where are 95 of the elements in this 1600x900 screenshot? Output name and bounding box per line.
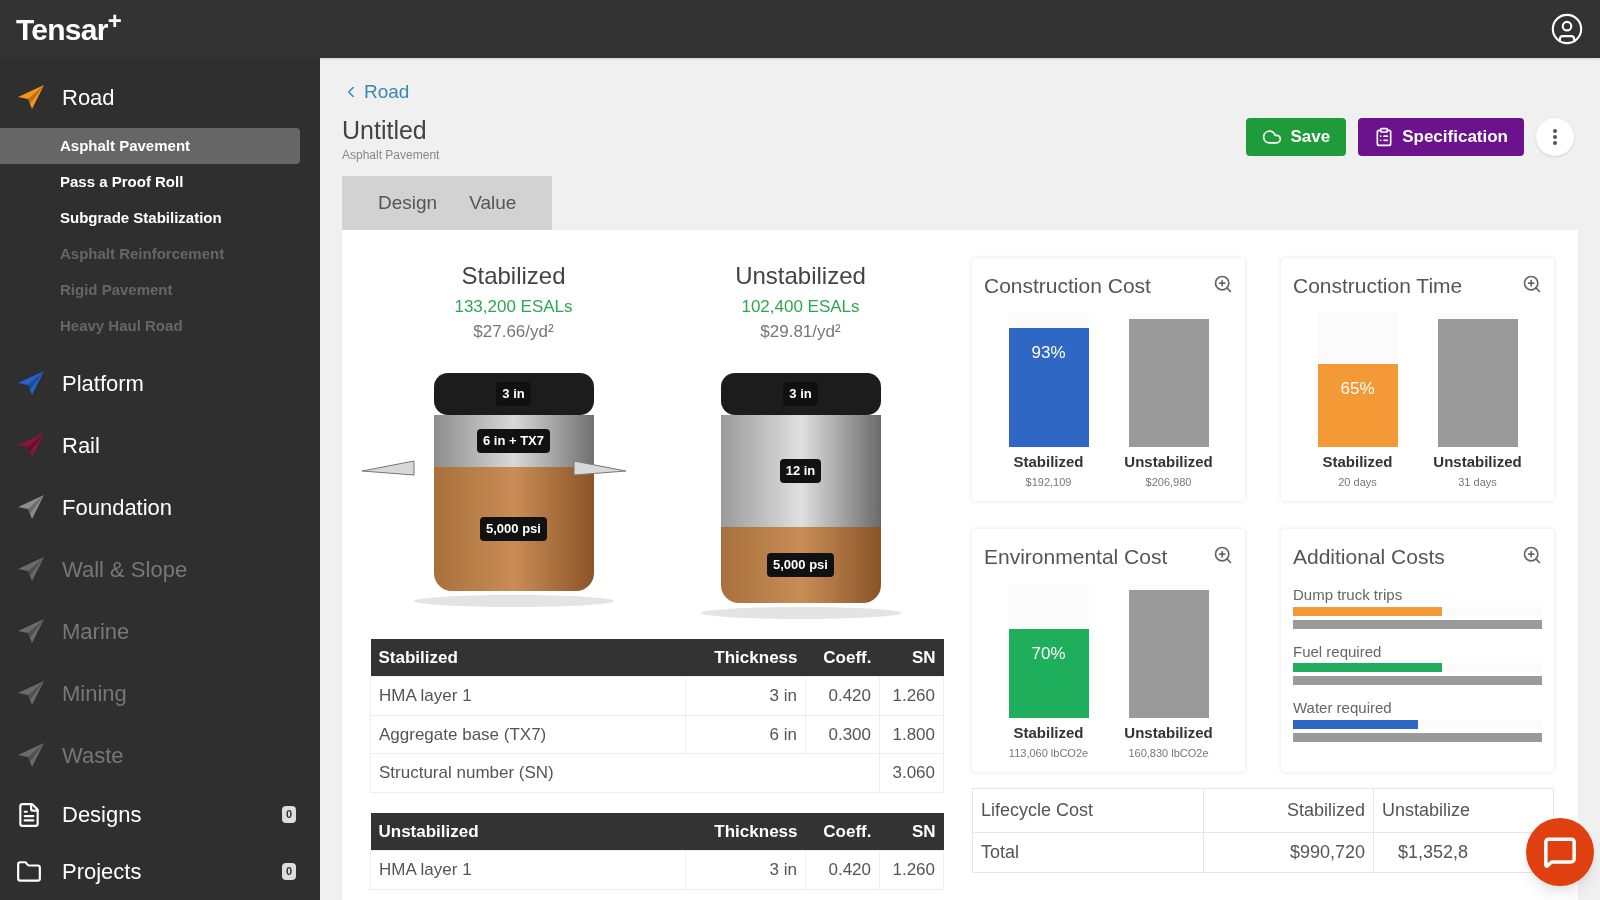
table-cell: 3.060 xyxy=(879,753,944,793)
bar-percent: 65% xyxy=(1340,378,1375,401)
bar-value: $192,109 xyxy=(1025,474,1072,490)
esal-value: 133,200 ESALs xyxy=(454,295,573,318)
table-cell: 0.300 xyxy=(805,715,880,754)
meter-label: Water required xyxy=(1293,698,1393,719)
column-header: Lifecycle Cost xyxy=(972,788,1204,833)
bar-value: 20 days xyxy=(1338,474,1377,490)
table-cell: Aggregate base (TX7) xyxy=(370,715,686,754)
bar-label: Stabilized xyxy=(1013,723,1084,744)
section-title: Stabilized xyxy=(461,260,566,291)
bar-label: Stabilized xyxy=(1013,452,1084,473)
table-cell: HMA layer 1 xyxy=(370,676,686,716)
sidebar-section[interactable]: Wall & Slope xyxy=(0,538,320,600)
table-cell: HMA layer 1 xyxy=(370,850,686,890)
column-header: Thickness xyxy=(685,638,806,677)
sidebar-item[interactable]: Subgrade Stabilization xyxy=(0,200,300,236)
count-badge: 0 xyxy=(281,806,296,823)
sidebar-item[interactable]: Asphalt Pavement xyxy=(0,128,300,164)
sidebar-section[interactable]: Rail xyxy=(0,414,320,476)
column-header: Unstabilized xyxy=(370,812,686,851)
esal-value: 102,400 ESALs xyxy=(741,295,860,318)
bar-label: Unstabilized xyxy=(1124,452,1213,473)
column-header: SN xyxy=(879,638,944,677)
count-badge: 0 xyxy=(281,863,296,880)
clipboard-icon xyxy=(1374,126,1395,147)
tab[interactable]: Design xyxy=(366,188,450,217)
bar-percent: 70% xyxy=(1031,642,1066,665)
sidebar-section[interactable]: Foundation xyxy=(0,476,320,538)
meter-label: Dump truck trips xyxy=(1293,585,1404,606)
table-cell: 1.260 xyxy=(879,676,944,716)
sidebar-link[interactable]: Projects 0 xyxy=(0,843,320,900)
table-cell: 1.260 xyxy=(879,850,944,890)
logo[interactable]: Tensar xyxy=(16,6,108,52)
more-icon xyxy=(1553,128,1557,145)
card-title: Construction Cost xyxy=(984,272,1151,299)
layer-label: 5,000 psi xyxy=(767,553,834,577)
table-cell: 0.420 xyxy=(805,676,880,716)
table-cell: $990,720 xyxy=(1203,832,1374,873)
layer-label: 12 in xyxy=(779,459,822,483)
more-button[interactable] xyxy=(1536,117,1574,156)
table-cell: Total xyxy=(972,832,1204,873)
layer-label: 5,000 psi xyxy=(480,517,547,541)
user-icon[interactable] xyxy=(1550,12,1584,46)
meter-label: Fuel required xyxy=(1293,641,1383,662)
unit-price: $27.66/yd² xyxy=(473,321,554,344)
page-title: Untitled xyxy=(342,114,428,146)
column-header: Stabilized xyxy=(370,638,686,677)
table-cell: Structural number (SN) xyxy=(370,753,686,793)
bar-label: Unstabilized xyxy=(1124,723,1213,744)
table-cell: 1.800 xyxy=(879,715,944,754)
tab[interactable]: Value xyxy=(457,188,529,217)
card-title: Construction Time xyxy=(1293,272,1463,299)
sidebar-link[interactable]: Designs 0 xyxy=(0,786,320,843)
back-link[interactable]: Road xyxy=(342,78,440,107)
card-title: Additional Costs xyxy=(1293,543,1445,570)
card-title: Environmental Cost xyxy=(984,543,1168,570)
bar-label: Stabilized xyxy=(1322,452,1393,473)
column-header: Coeff. xyxy=(805,638,880,677)
column-header: SN xyxy=(879,812,944,851)
sidebar-section[interactable]: Platform xyxy=(0,352,320,414)
layer-label: 6 in + TX7 xyxy=(476,429,551,453)
specification-button[interactable]: Specification xyxy=(1358,117,1524,156)
bar-value: 160,830 lbCO2e xyxy=(1128,745,1209,761)
column-header: Thickness xyxy=(685,812,806,851)
zoom-icon[interactable] xyxy=(1522,544,1542,565)
sidebar-item[interactable]: Pass a Proof Roll xyxy=(0,164,300,200)
chat-icon xyxy=(1543,835,1577,869)
sidebar-section[interactable]: Waste xyxy=(0,724,320,786)
unit-price: $29.81/yd² xyxy=(760,321,841,344)
page-subtitle: Asphalt Pavement xyxy=(342,146,440,164)
table-cell: 0.420 xyxy=(805,850,880,890)
sidebar-section[interactable]: Marine xyxy=(0,600,320,662)
sidebar-section[interactable]: Road xyxy=(0,66,320,128)
bar-label: Unstabilized xyxy=(1433,452,1522,473)
table-cell: 3 in xyxy=(685,676,806,716)
zoom-icon[interactable] xyxy=(1522,273,1542,294)
folder-icon xyxy=(16,858,42,885)
sidebar-section[interactable]: Mining xyxy=(0,662,320,724)
bar-value: 113,060 lbCO2e xyxy=(1008,745,1089,761)
column-header: Stabilized xyxy=(1203,788,1374,833)
zoom-icon[interactable] xyxy=(1213,273,1233,294)
document-icon xyxy=(16,801,42,828)
zoom-icon[interactable] xyxy=(1213,544,1233,565)
table-cell: 6 in xyxy=(685,715,806,754)
save-button[interactable]: Save xyxy=(1246,117,1347,156)
bar-percent: 93% xyxy=(1031,342,1066,365)
bar-value: 31 days xyxy=(1458,474,1497,490)
column-header: Coeff. xyxy=(805,812,880,851)
table-cell: 3 in xyxy=(685,850,806,890)
layer-label: 3 in xyxy=(496,382,531,406)
logo-mark: + xyxy=(107,5,122,34)
section-title: Unstabilized xyxy=(735,260,866,291)
bar-value: $206,980 xyxy=(1145,474,1192,490)
layer-label: 3 in xyxy=(783,382,818,406)
